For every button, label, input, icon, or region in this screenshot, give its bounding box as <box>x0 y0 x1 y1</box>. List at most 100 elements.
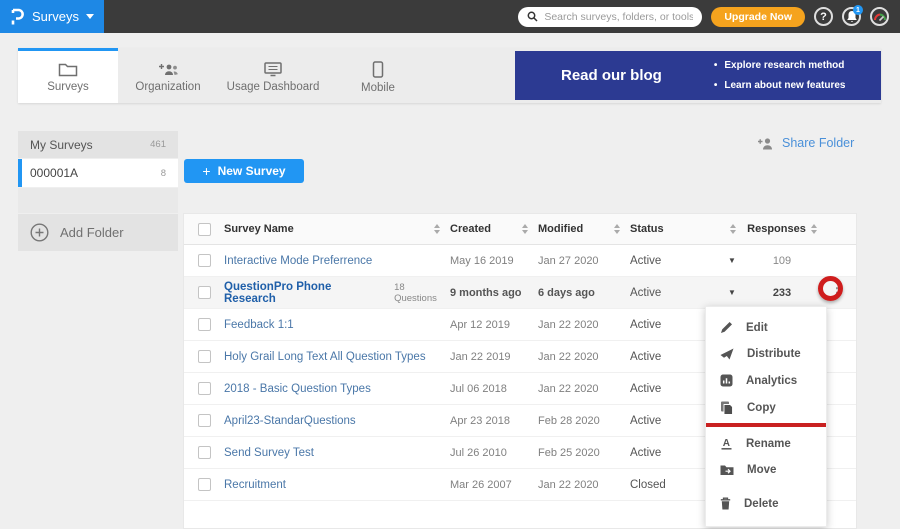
annotation-circle <box>818 276 843 301</box>
tab-label: Usage Dashboard <box>227 81 320 93</box>
menu-item-edit[interactable]: Edit <box>706 314 826 341</box>
sidebar-item-my-surveys[interactable]: My Surveys 461 <box>18 131 178 158</box>
survey-name-link[interactable]: Recruitment <box>224 479 450 491</box>
survey-name-link[interactable]: Holy Grail Long Text All Question Types <box>224 351 450 363</box>
row-checkbox[interactable] <box>198 478 211 491</box>
account-gauge-button[interactable] <box>870 7 889 26</box>
copy-annotation-underline <box>706 423 826 427</box>
app-window: Surveys Upgrade Now ? 1 <box>0 0 900 529</box>
copy-icon <box>720 401 734 415</box>
row-checkbox[interactable] <box>198 446 211 459</box>
pencil-icon <box>720 321 733 334</box>
row-checkbox[interactable] <box>198 318 211 331</box>
banner-bullets: Explore research method Learn about new … <box>714 56 846 95</box>
survey-name-link[interactable]: April23-StandarQuestions <box>224 415 450 427</box>
svg-text:A: A <box>723 438 730 449</box>
table-header-row: Survey Name Created Modified Status Resp… <box>184 214 856 245</box>
product-menu-label: Surveys <box>32 9 79 24</box>
menu-item-move[interactable]: Move <box>706 457 826 483</box>
primary-tabs: Surveys Organization Usage Dashboard <box>18 48 881 103</box>
folder-count: 8 <box>161 168 166 179</box>
column-header-responses[interactable]: Responses <box>746 223 818 235</box>
menu-item-distribute[interactable]: Distribute <box>706 341 826 367</box>
tab-usage-dashboard[interactable]: Usage Dashboard <box>218 48 328 103</box>
sort-icon[interactable] <box>811 224 817 234</box>
share-folder-link[interactable]: Share Folder <box>757 136 854 150</box>
tabstrip-spacer <box>428 48 515 103</box>
search-input[interactable] <box>544 11 693 23</box>
sort-icon[interactable] <box>522 224 528 234</box>
menu-item-rename[interactable]: A Rename <box>706 430 826 457</box>
analytics-icon <box>720 374 733 387</box>
menu-item-analytics[interactable]: Analytics <box>706 367 826 394</box>
blog-banner[interactable]: Read our blog Explore research method Le… <box>515 51 881 100</box>
survey-name-link[interactable]: Interactive Mode Preferrence <box>224 255 450 267</box>
rename-icon: A <box>720 437 733 450</box>
created-cell: Jan 22 2019 <box>450 351 538 363</box>
notifications-button[interactable]: 1 <box>842 7 861 26</box>
status-dropdown[interactable]: ▼ <box>718 256 746 265</box>
menu-item-copy[interactable]: Copy <box>706 394 826 422</box>
status-cell: Active <box>630 255 718 267</box>
sidebar-spacer <box>18 188 178 213</box>
modified-cell: Feb 28 2020 <box>538 415 630 427</box>
person-add-icon <box>757 137 774 150</box>
people-add-icon <box>156 62 180 77</box>
new-survey-button[interactable]: + New Survey <box>184 159 304 183</box>
global-search[interactable] <box>518 7 702 27</box>
responses-cell: 109 <box>746 255 818 267</box>
topbar: Surveys Upgrade Now ? 1 <box>0 0 900 33</box>
folder-label: My Surveys <box>30 138 93 152</box>
new-survey-label: New Survey <box>218 164 286 178</box>
select-all-checkbox[interactable] <box>198 223 211 236</box>
question-count-badge: 18 Questions <box>394 282 450 304</box>
sort-icon[interactable] <box>614 224 620 234</box>
created-cell: 9 months ago <box>450 287 538 299</box>
plus-icon: + <box>202 163 210 179</box>
status-cell: Active <box>630 287 718 299</box>
tab-mobile[interactable]: Mobile <box>328 48 428 103</box>
folder-icon <box>58 62 78 77</box>
product-menu[interactable]: Surveys <box>0 0 104 33</box>
question-mark-icon: ? <box>820 11 827 23</box>
modified-cell: 6 days ago <box>538 287 630 299</box>
banner-bullet: Explore research method <box>714 56 846 76</box>
sort-icon[interactable] <box>730 224 736 234</box>
tab-label: Mobile <box>361 82 395 94</box>
sort-icon[interactable] <box>434 224 440 234</box>
column-header-status[interactable]: Status <box>630 223 746 235</box>
folders-sidebar: My Surveys 461 000001A 8 Add Folder <box>18 131 178 252</box>
column-header-created[interactable]: Created <box>450 223 538 235</box>
table-row: QuestionPro Phone Research18 Questions 9… <box>184 277 856 309</box>
row-checkbox[interactable] <box>198 254 211 267</box>
help-button[interactable]: ? <box>814 7 833 26</box>
created-cell: May 16 2019 <box>450 255 538 267</box>
row-checkbox[interactable] <box>198 286 211 299</box>
survey-name-link[interactable]: QuestionPro Phone Research18 Questions <box>224 281 450 305</box>
modified-cell: Jan 22 2020 <box>538 319 630 331</box>
share-folder-label: Share Folder <box>782 136 854 150</box>
survey-name-link[interactable]: Feedback 1:1 <box>224 319 450 331</box>
phone-icon <box>372 61 384 78</box>
row-checkbox[interactable] <box>198 414 211 427</box>
gauge-icon <box>873 11 887 23</box>
sidebar-item-000001a[interactable]: 000001A 8 <box>18 159 178 187</box>
column-header-survey-name[interactable]: Survey Name <box>224 223 450 235</box>
column-header-modified[interactable]: Modified <box>538 223 630 235</box>
status-dropdown[interactable]: ▼ <box>718 288 746 297</box>
responses-cell: 233 <box>746 287 818 299</box>
folder-label: 000001A <box>30 166 78 180</box>
created-cell: Apr 12 2019 <box>450 319 538 331</box>
upgrade-now-button[interactable]: Upgrade Now <box>711 7 805 27</box>
row-checkbox[interactable] <box>198 350 211 363</box>
row-checkbox[interactable] <box>198 382 211 395</box>
survey-name-link[interactable]: Send Survey Test <box>224 447 450 459</box>
menu-item-delete[interactable]: Delete <box>706 490 826 517</box>
add-folder-label: Add Folder <box>60 225 124 240</box>
survey-name-link[interactable]: 2018 - Basic Question Types <box>224 383 450 395</box>
tab-surveys[interactable]: Surveys <box>18 48 118 103</box>
tab-organization[interactable]: Organization <box>118 48 218 103</box>
add-folder-button[interactable]: Add Folder <box>18 214 178 251</box>
banner-bullet: Learn about new features <box>714 76 846 96</box>
created-cell: Apr 23 2018 <box>450 415 538 427</box>
